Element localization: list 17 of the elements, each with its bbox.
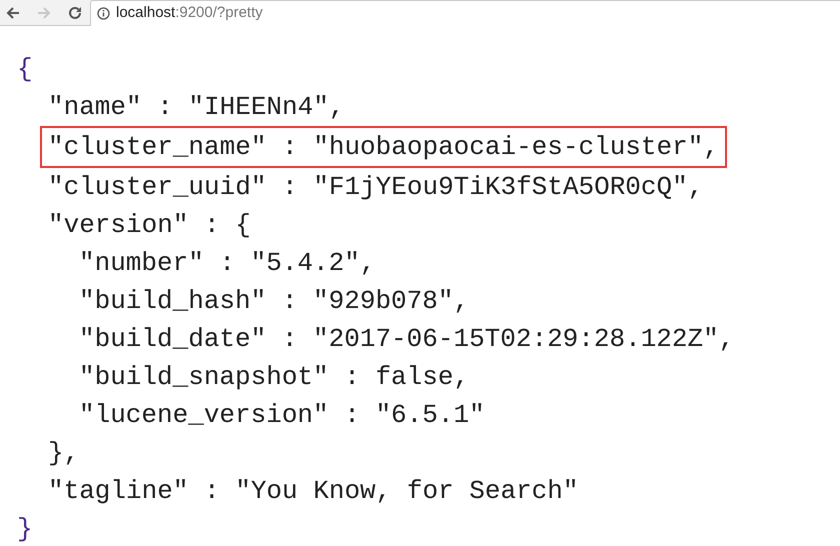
- json-line: "version" : {: [48, 209, 251, 242]
- json-line: "build_date" : "2017-06-15T02:29:28.122Z",: [79, 323, 734, 356]
- json-line: "build_snapshot" : false,: [79, 361, 470, 394]
- json-line: "name" : "IHEENn4",: [48, 91, 344, 124]
- json-line: "lucene_version" : "6.5.1": [79, 399, 485, 432]
- json-brace: {: [17, 53, 33, 86]
- json-line: },: [48, 437, 80, 470]
- url-text: localhost:9200/?pretty: [116, 2, 263, 23]
- info-icon[interactable]: [97, 6, 110, 20]
- json-line: "tagline" : "You Know, for Search": [48, 475, 578, 508]
- address-bar[interactable]: localhost:9200/?pretty: [90, 0, 840, 26]
- json-line: "build_hash" : "929b078",: [79, 285, 470, 318]
- json-brace: }: [17, 513, 33, 546]
- json-line: "cluster_uuid" : "F1jYEou9TiK3fStA5OR0cQ",: [48, 171, 704, 204]
- reload-icon[interactable]: [68, 6, 82, 20]
- json-line: "number" : "5.4.2",: [79, 247, 376, 280]
- back-arrow-icon[interactable]: [6, 6, 20, 20]
